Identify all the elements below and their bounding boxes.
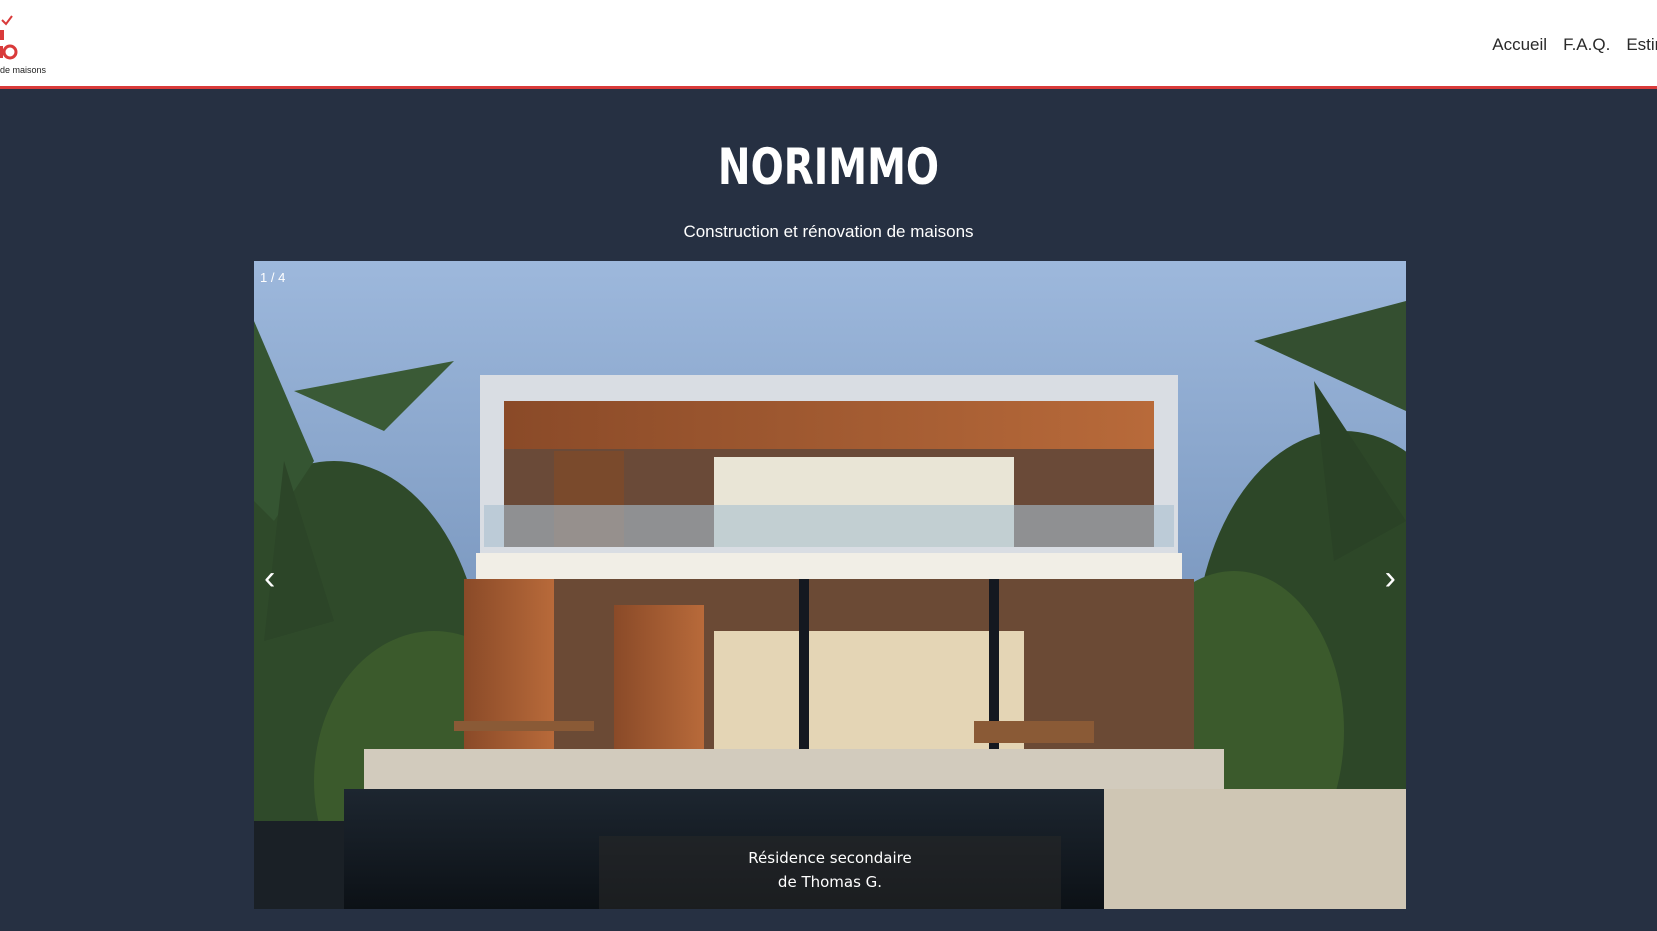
caption-line-1: Résidence secondaire (748, 849, 912, 867)
logo-tagline: de maisons (0, 65, 47, 75)
slide-next-button[interactable]: › (1385, 561, 1396, 595)
top-navbar: de maisons Accueil F.A.Q. Estimat (0, 0, 1657, 89)
slide-counter: 1 / 4 (260, 270, 286, 285)
nav-link-accueil[interactable]: Accueil (1492, 35, 1547, 55)
nav-link-faq[interactable]: F.A.Q. (1563, 35, 1610, 55)
logo-mark-icon (0, 15, 18, 60)
slide-prev-button[interactable]: ‹ (264, 561, 275, 595)
slide-caption: Résidence secondaire de Thomas G. (599, 836, 1061, 909)
nav-link-estimation[interactable]: Estimat (1626, 35, 1657, 55)
page-title: NORIMMO (717, 138, 940, 196)
caption-line-2: de Thomas G. (777, 873, 883, 891)
image-slideshow[interactable]: 1 / 4 ‹ › Résidence secondaire de Thomas… (254, 261, 1406, 909)
logo[interactable]: de maisons (0, 8, 60, 78)
main-nav: Accueil F.A.Q. Estimat (1492, 30, 1657, 60)
page-subtitle: Construction et rénovation de maisons (683, 222, 974, 241)
slide-image-house (254, 261, 1406, 909)
